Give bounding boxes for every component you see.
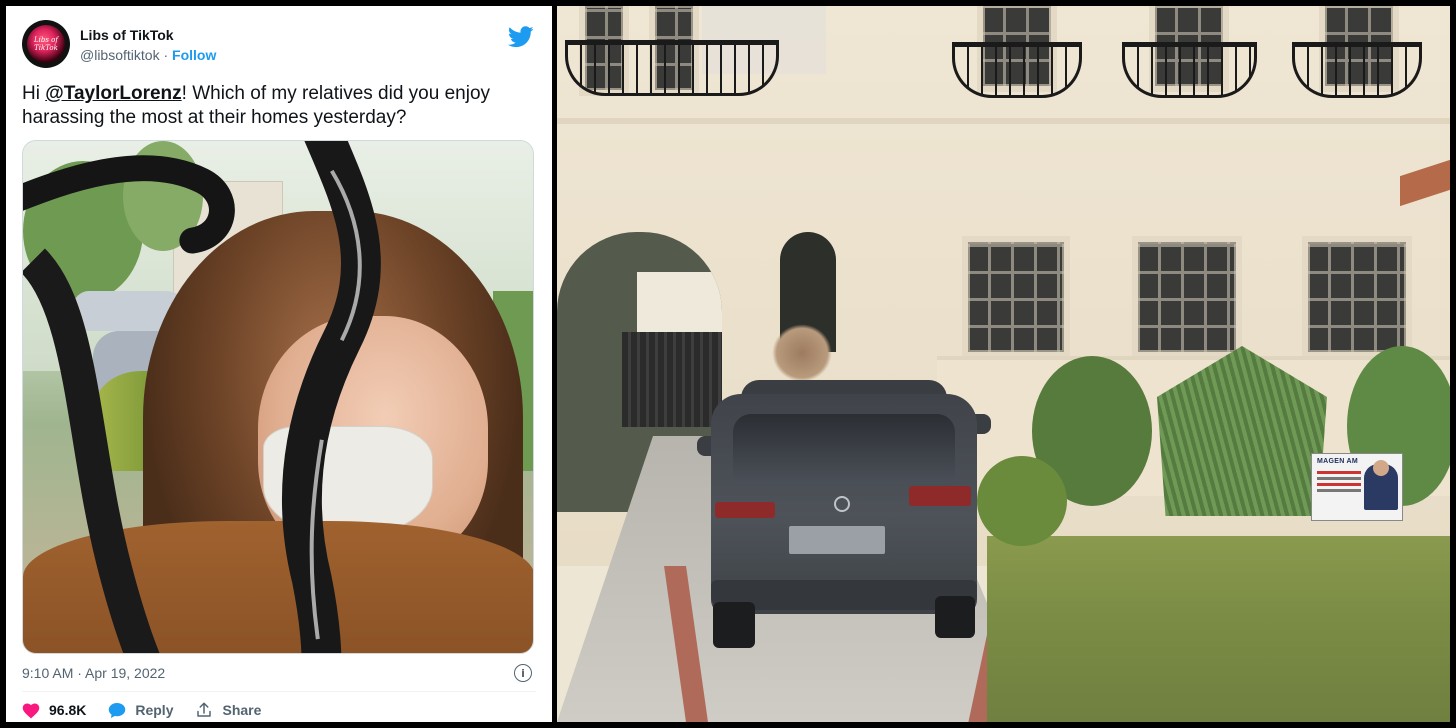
lower-window: [1132, 236, 1242, 358]
parked-suv: [697, 374, 991, 649]
info-icon[interactable]: i: [514, 664, 532, 682]
like-button[interactable]: 96.8K: [22, 702, 86, 719]
balcony-railing: [565, 40, 779, 96]
tweet-card: Libs of TikTok Libs of TikTok @libsoftik…: [6, 6, 552, 722]
archway-wall: [637, 272, 722, 332]
balcony-railing: [1292, 42, 1422, 98]
car-wheel: [935, 596, 975, 638]
divider: [22, 691, 536, 692]
balcony-railing: [1122, 42, 1257, 98]
display-name[interactable]: Libs of TikTok: [80, 27, 174, 43]
handle[interactable]: @libsoftiktok: [80, 47, 160, 63]
reply-label: Reply: [135, 702, 174, 718]
car-tail-light: [715, 502, 775, 518]
tweet-text: Hi @TaylorLorenz! Which of my relatives …: [22, 83, 491, 128]
yard-sign-portrait: [1364, 460, 1398, 510]
share-icon: [197, 702, 212, 717]
tweet-photo[interactable]: [22, 140, 534, 654]
share-button[interactable]: Share: [195, 701, 261, 719]
car-wheel: [713, 602, 755, 648]
handle-line: @libsoftiktok · Follow: [80, 47, 216, 63]
tweet-timestamp[interactable]: 9:10 AM · Apr 19, 2022: [22, 665, 165, 681]
blurred-license-plate: [789, 526, 885, 554]
separator: ·: [159, 47, 173, 63]
lower-window: [1302, 236, 1412, 358]
like-count: 96.8K: [49, 702, 87, 718]
mention-link[interactable]: @TaylorLorenz: [45, 83, 181, 104]
twitter-bird-icon[interactable]: [508, 26, 534, 48]
avatar-logo: Libs of TikTok: [27, 25, 65, 63]
lower-window: [962, 236, 1070, 358]
photo-iron-railing: [23, 141, 381, 653]
yard-sign: MAGEN AM: [1311, 453, 1403, 521]
car-rear-window: [733, 414, 955, 484]
yard-sign-text: [1317, 471, 1361, 495]
balcony-railing: [952, 42, 1082, 98]
avatar[interactable]: Libs of TikTok: [22, 20, 70, 68]
car-logo-icon: [834, 496, 850, 512]
car-tail-light: [909, 486, 971, 506]
shrub: [977, 456, 1067, 546]
reply-button[interactable]: Reply: [108, 702, 173, 719]
follow-button[interactable]: Follow: [172, 47, 216, 63]
street-view-photo: MAGEN AM: [557, 6, 1450, 722]
lawn: [987, 536, 1450, 722]
facade-ledge: [557, 118, 1450, 124]
heart-icon: [22, 702, 40, 718]
reply-icon: [109, 702, 126, 718]
tweet-actions: 96.8K Reply Share: [22, 700, 283, 720]
share-label: Share: [222, 702, 262, 718]
tweet-header: Libs of TikTok Libs of TikTok @libsoftik…: [22, 20, 536, 70]
